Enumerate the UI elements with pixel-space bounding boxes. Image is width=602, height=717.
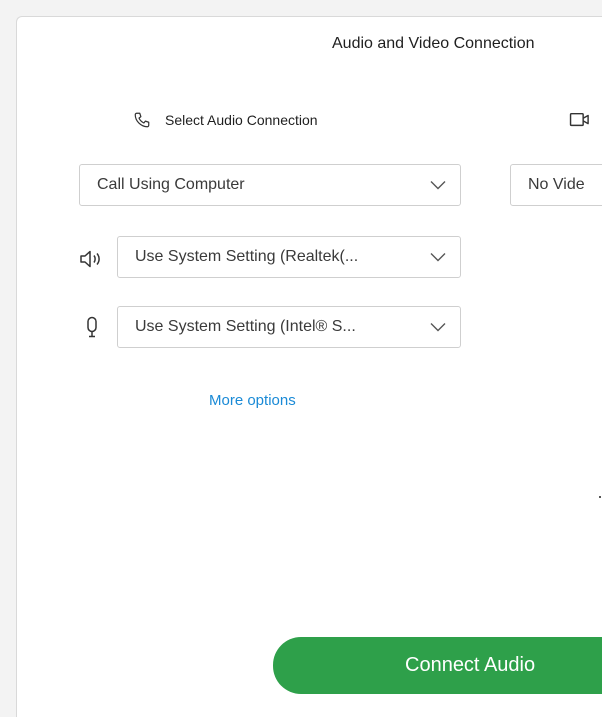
phone-icon (133, 111, 151, 129)
more-options-link[interactable]: More options (209, 392, 296, 409)
microphone-select[interactable]: Use System Setting (Intel® S... (117, 306, 461, 348)
audio-section-heading: Select Audio Connection (133, 111, 318, 129)
speaker-icon (79, 249, 105, 269)
connect-audio-label: Connect Audio (405, 654, 536, 676)
speaker-value: Use System Setting (Realtek(... (135, 248, 359, 265)
audio-connection-value: Call Using Computer (97, 176, 245, 193)
audio-video-dialog: Audio and Video Connection Select Audio … (16, 16, 602, 717)
chevron-down-icon (430, 322, 446, 332)
microphone-icon (85, 316, 99, 338)
microphone-value: Use System Setting (Intel® S... (135, 318, 356, 335)
chevron-down-icon (430, 252, 446, 262)
dialog-title: Audio and Video Connection (332, 35, 535, 52)
divider-dot (599, 496, 601, 498)
audio-connection-select[interactable]: Call Using Computer (79, 164, 461, 206)
video-connection-value: No Vide (528, 176, 585, 193)
chevron-down-icon (430, 180, 446, 190)
speaker-select[interactable]: Use System Setting (Realtek(... (117, 236, 461, 278)
connect-audio-button[interactable]: Connect Audio (273, 637, 602, 694)
video-connection-select[interactable]: No Vide (510, 164, 602, 206)
video-camera-icon (569, 111, 591, 129)
audio-section-label: Select Audio Connection (165, 112, 318, 128)
